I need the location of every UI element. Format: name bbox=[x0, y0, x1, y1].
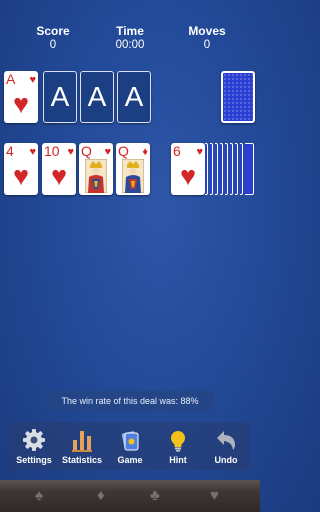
face-down-card bbox=[235, 143, 238, 195]
diamond-icon: ♦ bbox=[97, 487, 105, 504]
settings-label: Settings bbox=[16, 455, 52, 465]
heart-suit-icon: ♥ bbox=[29, 74, 36, 86]
undo-button[interactable]: Undo bbox=[202, 422, 250, 470]
foundation-placeholder: A bbox=[87, 81, 107, 112]
diamond-suit-icon: ♦ bbox=[142, 146, 148, 158]
score-value: 0 bbox=[49, 39, 57, 51]
queen-face-art bbox=[85, 159, 107, 193]
card-rank: Q bbox=[81, 143, 92, 159]
bottom-toolbar: Settings Statistics Game Hint Undo bbox=[10, 422, 250, 470]
bar-chart-icon bbox=[72, 431, 92, 452]
score-label: Score bbox=[36, 24, 70, 38]
settings-button[interactable]: Settings bbox=[10, 422, 58, 470]
hint-button[interactable]: Hint bbox=[154, 422, 202, 470]
heart-suit-icon: ♥ bbox=[29, 146, 36, 158]
heart-suit-icon: ♥ bbox=[104, 146, 111, 158]
card-rank: 4 bbox=[6, 143, 14, 159]
card-rank: 6 bbox=[173, 143, 181, 159]
card-rank: A bbox=[6, 71, 16, 87]
foundation-placeholder: A bbox=[50, 81, 70, 112]
gear-icon bbox=[23, 429, 45, 451]
time-value: 00:00 bbox=[115, 39, 145, 51]
lightbulb-icon bbox=[171, 431, 185, 452]
face-down-card bbox=[210, 143, 213, 195]
playing-card[interactable]: Q ♥ bbox=[79, 143, 113, 195]
foundation-slot[interactable]: A bbox=[80, 71, 114, 123]
face-down-card[interactable] bbox=[245, 143, 254, 195]
heart-suit-icon: ♥ bbox=[67, 146, 74, 158]
win-rate-banner: The win rate of this deal was: 88% bbox=[46, 391, 214, 411]
hint-label: Hint bbox=[169, 455, 187, 465]
moves-value: 0 bbox=[203, 39, 211, 51]
face-down-card bbox=[230, 143, 233, 195]
stock-pile[interactable] bbox=[221, 71, 255, 123]
face-down-card bbox=[215, 143, 218, 195]
playing-card[interactable]: Q ♦ bbox=[116, 143, 150, 195]
heart-suit-icon: ♥ bbox=[12, 89, 30, 119]
face-down-card bbox=[220, 143, 223, 195]
playing-card[interactable]: 6 ♥ ♥ bbox=[171, 143, 205, 195]
stats-bar: Score 0 Time 00:00 Moves 0 bbox=[0, 24, 260, 56]
time-label: Time bbox=[116, 24, 144, 38]
club-icon: ♣ bbox=[150, 487, 160, 504]
face-down-card bbox=[205, 143, 208, 195]
heart-suit-icon: ♥ bbox=[196, 146, 203, 158]
foundation-slot[interactable]: A bbox=[43, 71, 77, 123]
card-rank: Q bbox=[118, 143, 129, 159]
queen-face-art bbox=[122, 159, 144, 193]
foundation-placeholder: A bbox=[124, 81, 144, 112]
moves-label: Moves bbox=[188, 24, 226, 38]
heart-suit-icon: ♥ bbox=[50, 161, 68, 191]
heart-suit-icon: ♥ bbox=[179, 161, 197, 191]
statistics-label: Statistics bbox=[61, 455, 103, 465]
playing-card[interactable]: 10 ♥ ♥ bbox=[42, 143, 76, 195]
decorative-bottom-strip: ♠ ♦ ♣ ♥ bbox=[0, 480, 260, 512]
score-stat: Score 0 bbox=[18, 24, 88, 53]
foundation-hearts-card[interactable]: A ♥ ♥ bbox=[4, 71, 38, 123]
face-down-card bbox=[240, 143, 243, 195]
moves-stat: Moves 0 bbox=[172, 24, 242, 53]
heart-suit-icon: ♥ bbox=[12, 161, 30, 191]
time-stat: Time 00:00 bbox=[95, 24, 165, 53]
playing-card[interactable]: 4 ♥ ♥ bbox=[4, 143, 38, 195]
statistics-button[interactable]: Statistics bbox=[58, 422, 106, 470]
cards-icon bbox=[121, 431, 139, 451]
heart-icon: ♥ bbox=[210, 487, 219, 504]
undo-label: Undo bbox=[214, 455, 238, 465]
game-button[interactable]: Game bbox=[106, 422, 154, 470]
face-down-card bbox=[225, 143, 228, 195]
game-label: Game bbox=[117, 455, 143, 465]
spade-icon: ♠ bbox=[35, 487, 43, 504]
card-rank: 10 bbox=[44, 143, 60, 159]
undo-arrow-icon bbox=[217, 431, 235, 450]
foundation-slot[interactable]: A bbox=[117, 71, 151, 123]
